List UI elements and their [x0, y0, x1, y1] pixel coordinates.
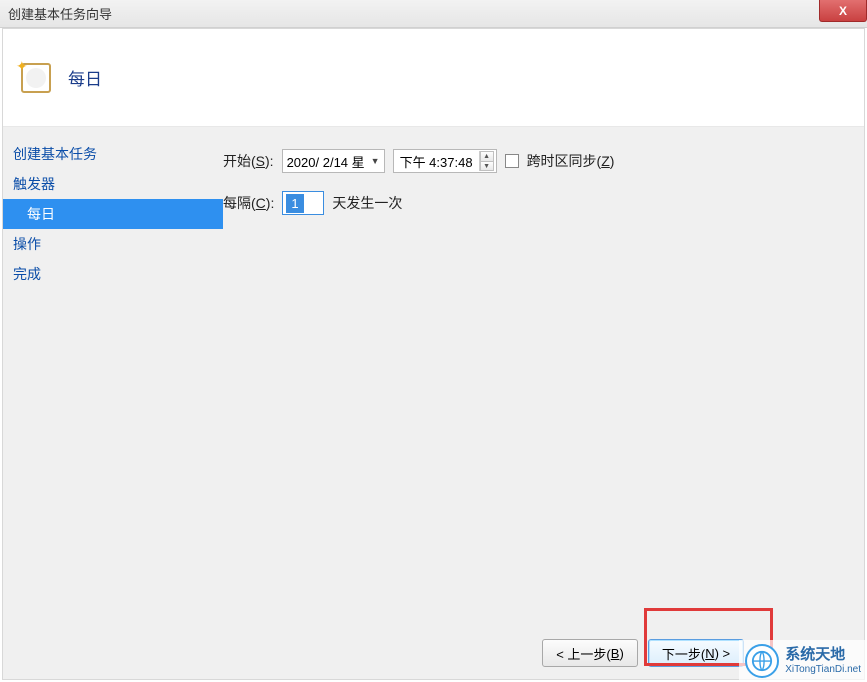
wizard-content: ✦ 每日 创建基本任务 触发器 每日 操作 完成 开始(S): 2020/ 2/…	[2, 28, 865, 680]
sync-timezone-label: 跨时区同步(Z)	[527, 151, 615, 171]
form-area: 开始(S): 2020/ 2/14 星 ▼ 下午 4:37:48 ▲ ▼ 跨时区…	[223, 127, 864, 679]
sidebar-item-trigger[interactable]: 触发器	[3, 169, 223, 199]
watermark-cn: 系统天地	[785, 647, 861, 664]
spinner-up-icon[interactable]: ▲	[480, 151, 494, 161]
interval-label: 每隔(C):	[223, 193, 274, 213]
watermark-text: 系统天地 XiTongTianDi.net	[785, 647, 861, 675]
start-label: 开始(S):	[223, 151, 274, 171]
task-scheduler-icon: ✦	[18, 60, 54, 96]
title-bar: 创建基本任务向导 X	[0, 0, 867, 28]
close-icon: X	[839, 4, 847, 18]
start-row: 开始(S): 2020/ 2/14 星 ▼ 下午 4:37:48 ▲ ▼ 跨时区…	[223, 149, 864, 173]
wizard-header: ✦ 每日	[3, 29, 864, 127]
window-title: 创建基本任务向导	[8, 4, 112, 23]
spinner-down-icon[interactable]: ▼	[480, 161, 494, 171]
back-button[interactable]: < 上一步(B)	[542, 639, 638, 667]
sidebar-item-action[interactable]: 操作	[3, 229, 223, 259]
start-date-input[interactable]: 2020/ 2/14 星 ▼	[282, 149, 385, 173]
next-button[interactable]: 下一步(N) >	[648, 639, 744, 667]
page-title: 每日	[68, 65, 102, 90]
watermark-en: XiTongTianDi.net	[785, 664, 861, 675]
sidebar-item-create-basic-task[interactable]: 创建基本任务	[3, 139, 223, 169]
sync-timezone-checkbox[interactable]	[505, 154, 519, 168]
time-spinner[interactable]: ▲ ▼	[479, 151, 494, 171]
interval-row: 每隔(C): 1 天发生一次	[223, 191, 864, 215]
wizard-body: 创建基本任务 触发器 每日 操作 完成 开始(S): 2020/ 2/14 星 …	[3, 127, 864, 679]
watermark: 系统天地 XiTongTianDi.net	[739, 640, 867, 682]
start-date-value: 2020/ 2/14 星	[287, 152, 365, 171]
sidebar-item-daily[interactable]: 每日	[3, 199, 223, 229]
interval-suffix-label: 天发生一次	[332, 193, 402, 213]
globe-icon	[745, 644, 779, 678]
start-time-input[interactable]: 下午 4:37:48 ▲ ▼	[393, 149, 497, 173]
close-button[interactable]: X	[819, 0, 867, 22]
chevron-down-icon: ▼	[371, 156, 380, 166]
sidebar-item-finish[interactable]: 完成	[3, 259, 223, 289]
wizard-steps-sidebar: 创建基本任务 触发器 每日 操作 完成	[3, 127, 223, 679]
start-time-value: 下午 4:37:48	[400, 152, 473, 171]
interval-days-input[interactable]: 1	[282, 191, 324, 215]
interval-value: 1	[286, 194, 303, 213]
